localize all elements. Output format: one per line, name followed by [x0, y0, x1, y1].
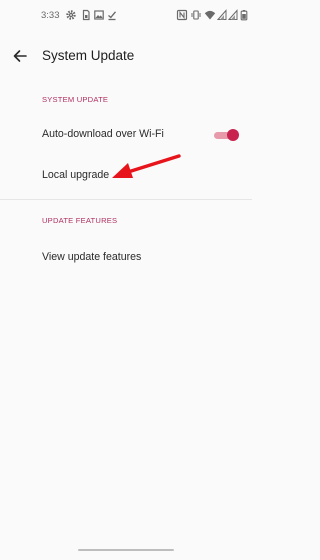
vibrate-icon — [191, 10, 201, 20]
auto-download-label: Auto-download over Wi-Fi — [42, 128, 164, 140]
status-bar: 3:33 — [0, 0, 252, 32]
sim-card-icon — [82, 9, 90, 21]
view-update-features-label: View update features — [42, 251, 142, 263]
download-done-icon — [108, 11, 117, 21]
section-header-system-update: SYSTEM UPDATE — [42, 95, 109, 104]
arrow-left-icon — [13, 50, 27, 62]
view-update-features-row[interactable]: View update features — [0, 240, 252, 276]
section-header-update-features: UPDATE FEATURES — [42, 216, 118, 225]
home-indicator[interactable] — [78, 549, 174, 551]
back-button[interactable] — [6, 42, 34, 70]
status-time: 3:33 — [41, 10, 60, 21]
gear-icon — [66, 10, 76, 20]
toolbar: System Update — [0, 36, 252, 76]
auto-download-wifi-row[interactable]: Auto-download over Wi-Fi — [0, 117, 252, 153]
battery-icon — [240, 10, 248, 21]
local-upgrade-label: Local upgrade — [42, 169, 110, 181]
red-arrow-icon — [112, 154, 181, 178]
toggle-thumb — [227, 129, 239, 141]
image-icon — [94, 10, 104, 20]
page-title: System Update — [42, 48, 135, 63]
wifi-icon — [204, 10, 216, 20]
section-divider — [0, 199, 252, 200]
auto-download-toggle[interactable] — [214, 129, 239, 141]
nfc-icon — [176, 9, 188, 21]
